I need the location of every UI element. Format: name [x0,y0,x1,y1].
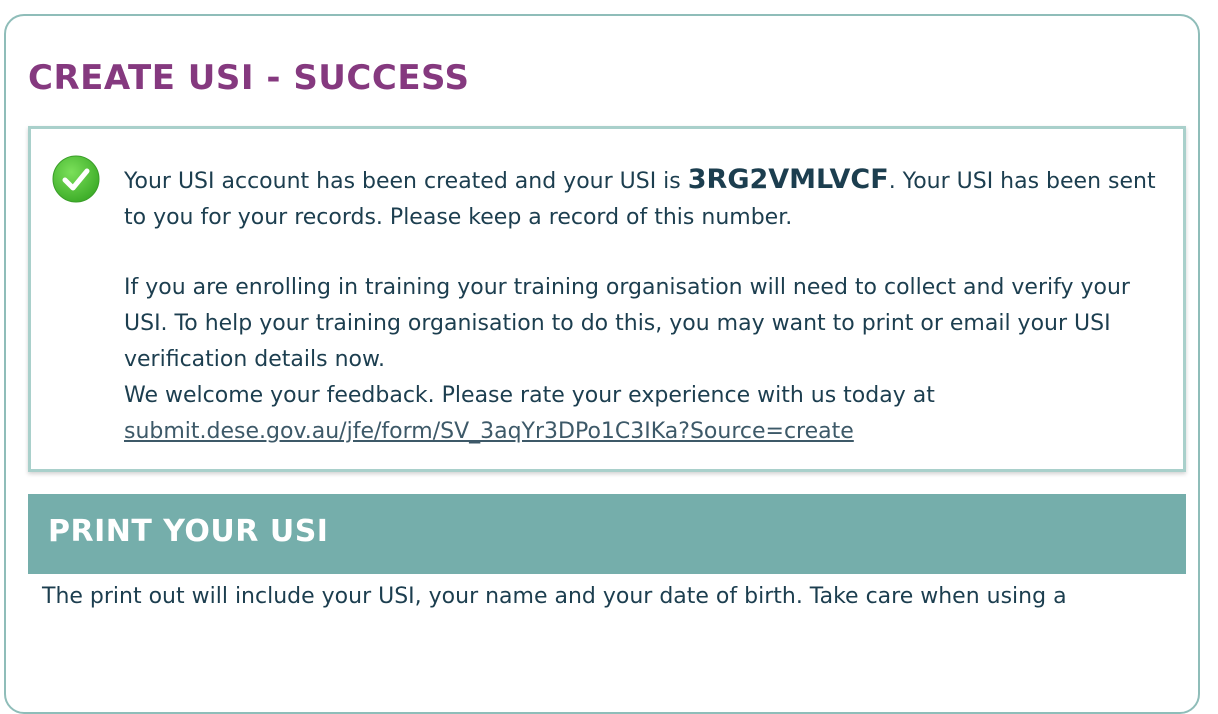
print-usi-header: PRINT YOUR USI [28,494,1186,574]
check-circle-icon [52,155,100,203]
feedback-paragraph: We welcome your feedback. Please rate yo… [124,378,1164,450]
feedback-link[interactable]: submit.dese.gov.au/jfe/form/SV_3aqYr3DPo… [124,419,854,444]
print-description: The print out will include your USI, you… [42,584,1067,609]
usi-number: 3RG2VMLVCF [687,164,889,195]
print-usi-title: PRINT YOUR USI [48,514,329,549]
page-title: CREATE USI - SUCCESS [28,58,470,98]
verification-info-text: If you are enrolling in training your tr… [124,275,1130,372]
success-message: Your USI account has been created and yo… [124,162,1164,236]
success-message-box: Your USI account has been created and yo… [28,126,1186,472]
feedback-text: We welcome your feedback. Please rate yo… [124,383,935,408]
success-message-prefix: Your USI account has been created and yo… [124,169,688,194]
